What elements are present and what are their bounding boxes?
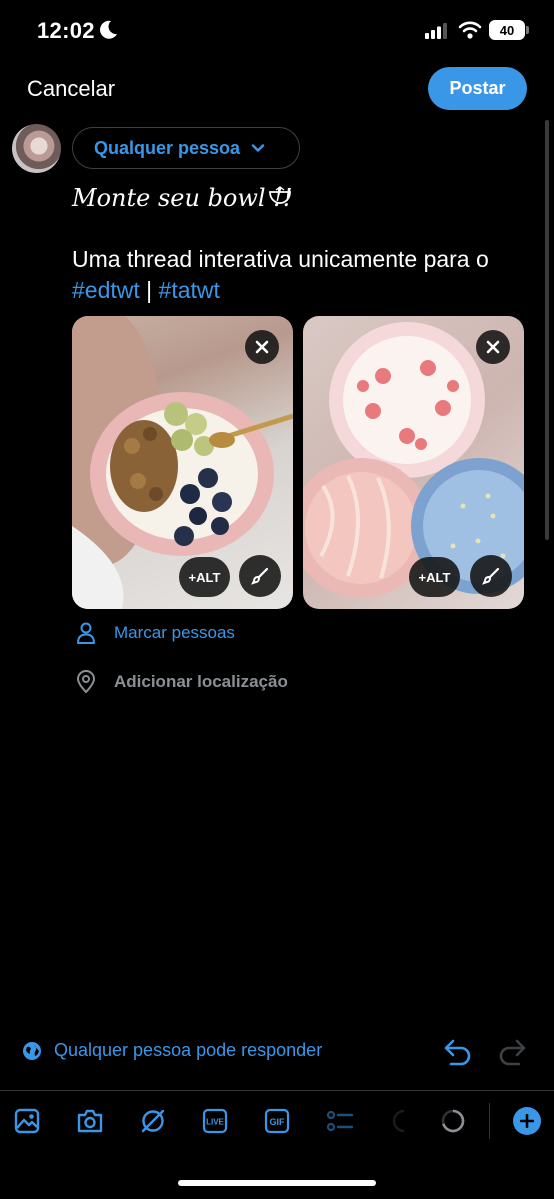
globe-icon: [23, 1041, 41, 1060]
post-button[interactable]: Postar: [428, 67, 527, 110]
toolbar-separator: [489, 1103, 490, 1139]
status-bar: 12:02 40: [0, 0, 554, 60]
tag-people-row[interactable]: Marcar pessoas: [76, 622, 235, 644]
brush-icon: [251, 567, 269, 585]
battery-cap: [526, 26, 529, 34]
tag-people-label: Marcar pessoas: [114, 623, 235, 642]
brush-icon: [482, 567, 500, 585]
plus-icon: [520, 1114, 534, 1128]
add-location-row[interactable]: Adicionar localização: [76, 670, 288, 694]
status-time: 12:02: [37, 18, 95, 43]
close-icon: [255, 340, 269, 354]
toolbar-poll-button: [325, 1106, 355, 1136]
bowl-emoji-icon: [269, 186, 291, 204]
moon-icon: [100, 20, 117, 39]
add-post-button[interactable]: [513, 1107, 541, 1135]
home-indicator[interactable]: [178, 1180, 376, 1186]
hashtag-tatwt[interactable]: #tatwt: [159, 277, 220, 303]
chevron-down-icon: [251, 144, 265, 152]
add-alt-text-button[interactable]: +ALT: [409, 557, 460, 597]
media-attachment-2[interactable]: +ALT: [303, 316, 524, 609]
character-count-ring: [438, 1106, 468, 1136]
battery-indicator: 40: [489, 20, 525, 40]
add-alt-text-button[interactable]: +ALT: [179, 557, 230, 597]
live-label: LIVE: [206, 1118, 224, 1127]
post-text-line-3[interactable]: #edtwt | #tatwt: [72, 277, 220, 304]
toolbar-grok-button[interactable]: [138, 1106, 168, 1136]
live-icon: LIVE: [202, 1108, 228, 1134]
person-icon: [77, 622, 95, 644]
cellular-signal-icon: [425, 23, 447, 39]
post-text-line-1[interactable]: Monte seu bowl !!: [72, 184, 293, 212]
add-location-label: Adicionar localização: [114, 672, 288, 691]
reply-setting-label: Qualquer pessoa pode responder: [54, 1040, 323, 1060]
edit-media-button[interactable]: [470, 555, 512, 597]
toolbar-divider: [0, 1090, 554, 1091]
gif-icon: GIF: [264, 1108, 290, 1134]
hashtag-separator: |: [139, 277, 159, 303]
post-text-line-2[interactable]: Uma thread interativa unicamente para o: [72, 246, 489, 273]
redo-icon: [499, 1039, 526, 1066]
toolbar-camera-button[interactable]: [75, 1106, 105, 1136]
toolbar-location-button: [384, 1106, 414, 1136]
avatar[interactable]: [12, 124, 61, 173]
grok-icon: [141, 1109, 165, 1133]
cancel-button[interactable]: Cancelar: [27, 76, 115, 102]
undo-icon[interactable]: [443, 1038, 473, 1066]
location-pin-icon: [76, 670, 96, 694]
remove-media-button[interactable]: [476, 330, 510, 364]
remove-media-button[interactable]: [245, 330, 279, 364]
reply-setting-button[interactable]: Qualquer pessoa pode responder: [22, 1040, 322, 1061]
audience-selector[interactable]: Qualquer pessoa: [72, 127, 300, 169]
gif-label: GIF: [270, 1117, 286, 1127]
toolbar-gif-button[interactable]: GIF: [262, 1106, 292, 1136]
toolbar-live-button[interactable]: LIVE: [200, 1106, 230, 1136]
edit-media-button[interactable]: [239, 555, 281, 597]
media-attachment-1[interactable]: +ALT: [72, 316, 293, 609]
camera-icon: [77, 1109, 103, 1133]
poll-icon: [326, 1110, 354, 1132]
audience-label: Qualquer pessoa: [94, 137, 241, 158]
location-icon: [392, 1109, 405, 1133]
close-icon: [486, 340, 500, 354]
wifi-icon: [458, 21, 482, 39]
image-icon: [14, 1108, 40, 1134]
toolbar-photo-button[interactable]: [12, 1106, 42, 1136]
progress-ring-icon: [441, 1109, 465, 1133]
scroll-indicator[interactable]: [545, 120, 549, 540]
hashtag-edtwt[interactable]: #edtwt: [72, 277, 140, 303]
